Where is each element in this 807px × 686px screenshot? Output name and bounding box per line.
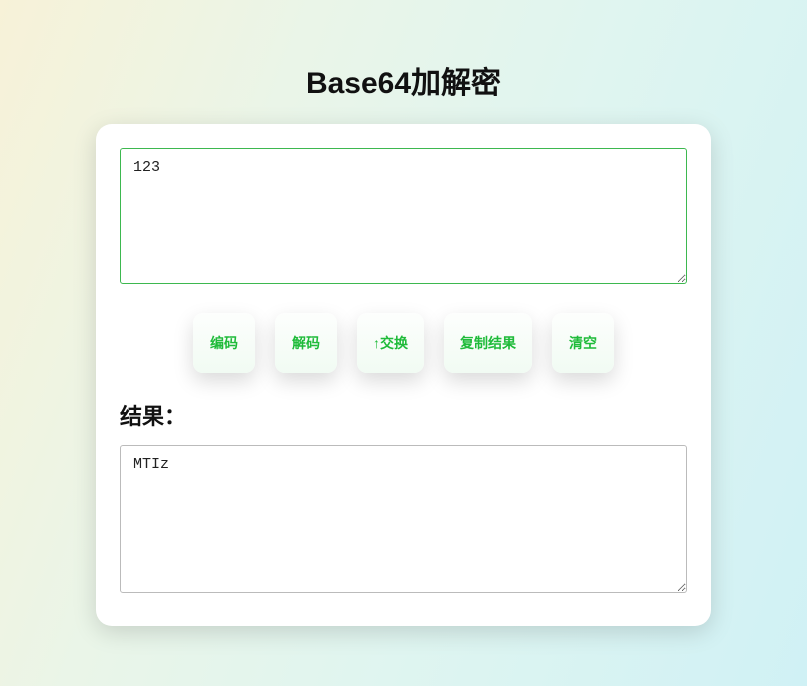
- button-row: 编码 解码 ↑交换 复制结果 清空: [120, 313, 687, 373]
- result-textarea[interactable]: [120, 445, 687, 593]
- page-container: Base64加解密 编码 解码 ↑交换 复制结果 清空 结果：: [0, 0, 807, 626]
- swap-button[interactable]: ↑交换: [357, 313, 424, 373]
- clear-button[interactable]: 清空: [552, 313, 614, 373]
- decode-button[interactable]: 解码: [275, 313, 337, 373]
- input-textarea[interactable]: [120, 148, 687, 284]
- copy-result-button[interactable]: 复制结果: [444, 313, 532, 373]
- result-label: 结果：: [120, 399, 687, 431]
- tool-card: 编码 解码 ↑交换 复制结果 清空 结果：: [96, 124, 711, 626]
- encode-button[interactable]: 编码: [193, 313, 255, 373]
- page-title: Base64加解密: [306, 58, 501, 102]
